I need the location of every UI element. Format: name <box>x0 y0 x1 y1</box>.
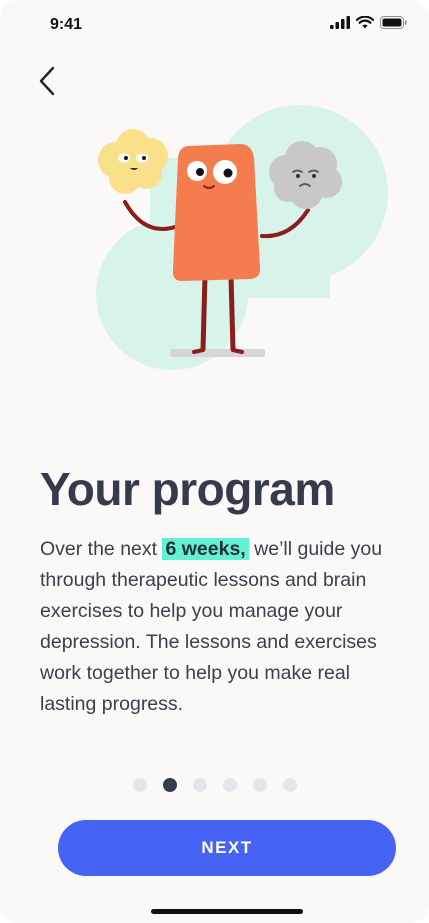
home-indicator[interactable] <box>151 909 303 914</box>
battery-icon <box>380 16 407 34</box>
page-dot[interactable] <box>282 778 297 792</box>
onboarding-screen: 9:41 Your program Over the next 6 weeks,… <box>0 0 429 923</box>
duration-highlight: 6 weeks, <box>162 538 249 560</box>
page-dot[interactable] <box>192 778 207 792</box>
program-description: Over the next 6 weeks, we’ll guide you t… <box>40 534 400 720</box>
page-dot[interactable] <box>222 778 237 792</box>
page-dot[interactable] <box>252 778 267 792</box>
chevron-left-icon <box>38 66 56 101</box>
page-dot[interactable] <box>162 778 177 792</box>
cellular-signal-icon <box>330 16 350 34</box>
wifi-icon <box>355 15 375 34</box>
program-characters-illustration <box>90 98 390 378</box>
page-dot[interactable] <box>132 778 147 792</box>
description-prefix: Over the next <box>40 538 158 560</box>
status-icons <box>330 15 407 34</box>
status-time: 9:41 <box>50 16 83 33</box>
back-button[interactable] <box>30 64 64 102</box>
next-button[interactable]: NEXT <box>58 820 396 876</box>
description-rest: we’ll guide you through therapeutic less… <box>40 538 383 715</box>
status-bar: 9:41 <box>0 0 429 54</box>
page-indicator <box>0 778 429 792</box>
page-title: Your program <box>40 463 335 515</box>
